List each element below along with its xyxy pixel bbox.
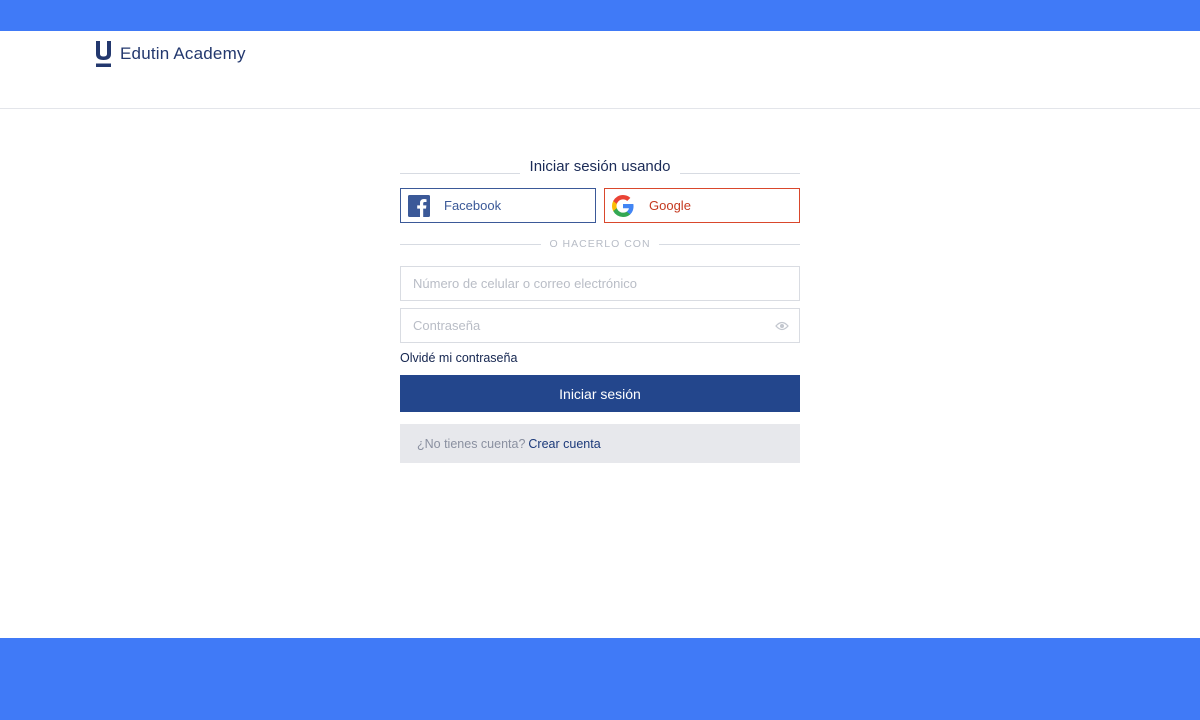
login-title-divider: Iniciar sesión usando [400,150,800,180]
divider-line-left [400,244,541,245]
top-band [0,0,1200,31]
login-panel: Iniciar sesión usando Facebook Google O … [400,150,800,463]
facebook-login-button[interactable]: Facebook [400,188,596,223]
phone-or-email-input[interactable] [401,267,799,300]
create-account-link[interactable]: Crear cuenta [528,437,600,451]
user-field [400,266,800,301]
login-title: Iniciar sesión usando [529,157,671,175]
divider-line-right [659,244,800,245]
u-logo-icon [96,41,111,67]
or-text: O HACERLO CON [549,238,651,250]
brand-logo[interactable]: Edutin Academy [95,40,246,68]
google-login-button[interactable]: Google [604,188,800,223]
facebook-icon [408,194,430,217]
brand-name: Edutin Academy [120,44,246,63]
signup-question: ¿No tienes cuenta? [417,436,526,451]
password-input[interactable] [401,309,799,342]
divider-line-right [680,173,800,174]
password-field [400,308,800,343]
divider-line-left [400,173,520,174]
facebook-label: Facebook [444,198,502,213]
social-login-row: Facebook Google [400,188,800,223]
forgot-password-link[interactable]: Olvidé mi contraseña [400,351,517,365]
bottom-band [0,638,1200,720]
google-label: Google [649,198,691,213]
login-submit-button[interactable]: Iniciar sesión [400,375,800,412]
or-divider: O HACERLO CON [400,232,800,252]
eye-icon[interactable] [775,320,789,332]
google-icon [612,194,634,217]
signup-prompt: ¿No tienes cuenta? Crear cuenta [400,424,800,463]
